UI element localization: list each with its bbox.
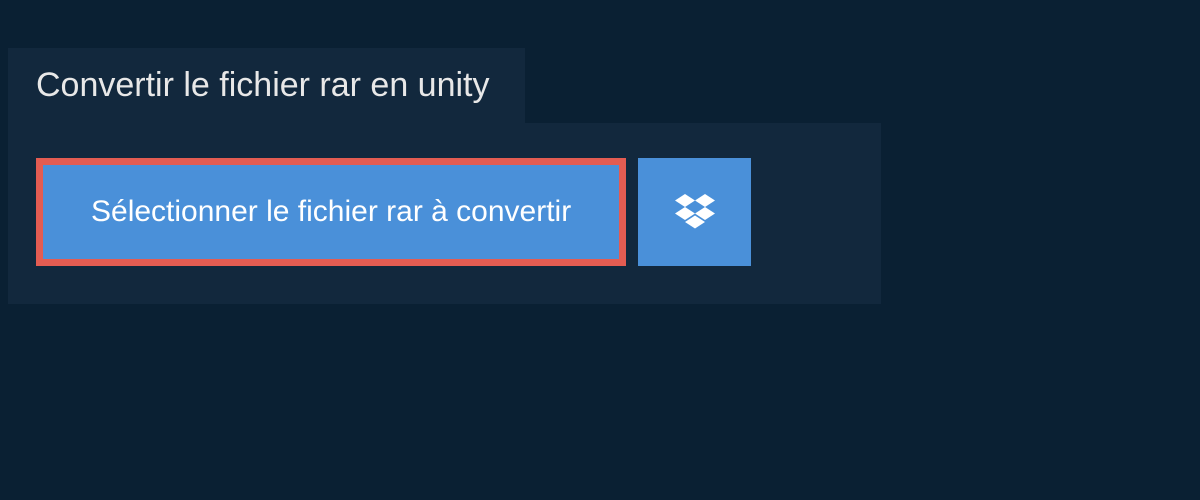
title-bar: Convertir le fichier rar en unity: [8, 48, 525, 123]
button-row: Sélectionner le fichier rar à convertir: [36, 158, 853, 266]
dropbox-button[interactable]: [638, 158, 751, 266]
dropbox-icon: [675, 194, 715, 230]
converter-panel: Convertir le fichier rar en unity Sélect…: [0, 0, 1200, 304]
select-file-button[interactable]: Sélectionner le fichier rar à convertir: [36, 158, 626, 266]
file-select-panel: Sélectionner le fichier rar à convertir: [8, 123, 881, 304]
page-title: Convertir le fichier rar en unity: [36, 66, 490, 105]
select-file-label: Sélectionner le fichier rar à convertir: [91, 195, 571, 229]
